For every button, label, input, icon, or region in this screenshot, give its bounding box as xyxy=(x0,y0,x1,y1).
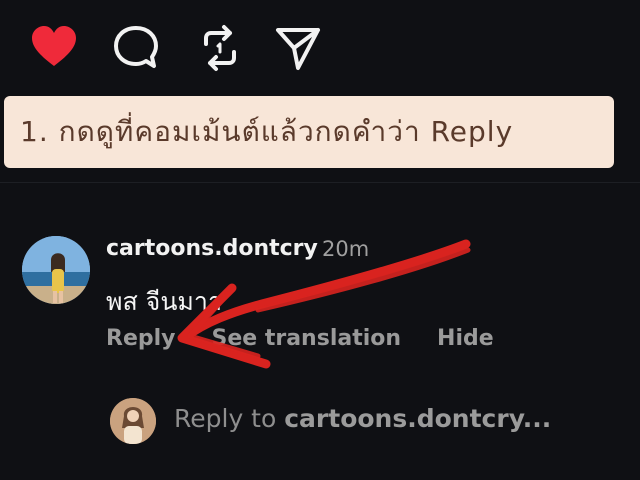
reply-button[interactable]: Reply xyxy=(106,326,176,351)
instruction-text: 1. กดดูที่คอมเม้นต์แล้วกดคำว่า Reply xyxy=(20,115,514,148)
reply-prefix: Reply to xyxy=(174,404,285,433)
hide-button[interactable]: Hide xyxy=(437,326,494,351)
see-translation-button[interactable]: See translation xyxy=(212,326,402,351)
comment-icon[interactable] xyxy=(112,24,160,72)
divider xyxy=(0,182,640,183)
reply-target: cartoons.dontcry... xyxy=(284,404,552,433)
repost-icon[interactable] xyxy=(196,24,244,72)
comment-timestamp: 20m xyxy=(322,237,370,261)
reply-input[interactable]: Reply to cartoons.dontcry... xyxy=(174,404,551,433)
comment-text: พส จีนมาา xyxy=(106,287,222,316)
send-icon[interactable] xyxy=(274,24,322,72)
commenter-avatar[interactable] xyxy=(22,236,90,304)
comment-actions: Reply See translation Hide xyxy=(106,326,530,351)
heart-icon[interactable] xyxy=(30,24,78,72)
comment-username[interactable]: cartoons.dontcry xyxy=(106,236,318,261)
current-user-avatar xyxy=(110,398,156,444)
post-action-bar xyxy=(0,0,640,96)
instruction-banner: 1. กดดูที่คอมเม้นต์แล้วกดคำว่า Reply xyxy=(4,96,614,168)
